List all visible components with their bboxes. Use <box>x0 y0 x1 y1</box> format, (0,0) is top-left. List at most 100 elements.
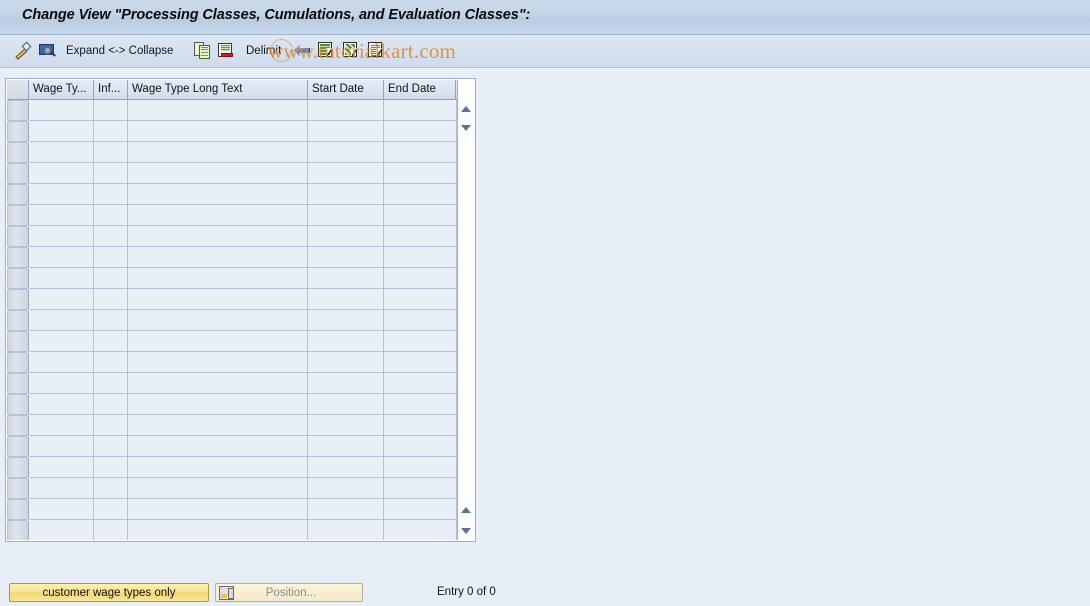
table-cell-end_date[interactable] <box>384 310 457 331</box>
table-cell-start_date[interactable] <box>308 520 384 540</box>
table-row[interactable] <box>7 268 459 289</box>
table-cell-start_date[interactable] <box>308 205 384 226</box>
customer-wage-types-only-button[interactable]: customer wage types only <box>9 583 209 602</box>
table-cell-long_text[interactable] <box>128 373 308 394</box>
table-cell-wage_type[interactable] <box>29 142 94 163</box>
toolbar-change-button[interactable] <box>14 35 32 67</box>
table-cell-start_date[interactable] <box>308 394 384 415</box>
table-cell-long_text[interactable] <box>128 184 308 205</box>
table-row[interactable] <box>7 184 459 205</box>
table-cell-long_text[interactable] <box>128 352 308 373</box>
table-row[interactable] <box>7 436 459 457</box>
table-cell-infotype[interactable] <box>94 436 128 457</box>
table-cell-end_date[interactable] <box>384 184 457 205</box>
table-row[interactable] <box>7 142 459 163</box>
column-header-wage_type[interactable]: Wage Ty... <box>29 80 94 99</box>
table-cell-wage_type[interactable] <box>29 121 94 142</box>
table-cell-wage_type[interactable] <box>29 478 94 499</box>
row-select-button[interactable] <box>7 331 29 352</box>
table-cell-infotype[interactable] <box>94 247 128 268</box>
table-cell-infotype[interactable] <box>94 331 128 352</box>
table-cell-infotype[interactable] <box>94 394 128 415</box>
table-row[interactable] <box>7 499 459 520</box>
table-cell-end_date[interactable] <box>384 457 457 478</box>
table-cell-end_date[interactable] <box>384 163 457 184</box>
row-select-button[interactable] <box>7 310 29 331</box>
table-cell-wage_type[interactable] <box>29 310 94 331</box>
table-cell-long_text[interactable] <box>128 268 308 289</box>
column-header-end_date[interactable]: End Date <box>384 80 457 99</box>
table-cell-infotype[interactable] <box>94 184 128 205</box>
table-cell-wage_type[interactable] <box>29 205 94 226</box>
row-select-button[interactable] <box>7 436 29 457</box>
table-cell-wage_type[interactable] <box>29 247 94 268</box>
table-cell-end_date[interactable] <box>384 226 457 247</box>
table-cell-wage_type[interactable] <box>29 163 94 184</box>
table-cell-long_text[interactable] <box>128 205 308 226</box>
table-row[interactable] <box>7 226 459 247</box>
table-cell-long_text[interactable] <box>128 163 308 184</box>
table-cell-end_date[interactable] <box>384 100 457 121</box>
row-select-button[interactable] <box>7 100 29 121</box>
table-cell-infotype[interactable] <box>94 100 128 121</box>
table-scroll-gutter[interactable] <box>457 80 474 540</box>
row-select-button[interactable] <box>7 268 29 289</box>
table-cell-start_date[interactable] <box>308 457 384 478</box>
table-cell-wage_type[interactable] <box>29 520 94 540</box>
table-cell-end_date[interactable] <box>384 268 457 289</box>
table-row[interactable] <box>7 100 459 121</box>
table-cell-end_date[interactable] <box>384 520 457 540</box>
scroll-page-up-button[interactable] <box>458 502 474 518</box>
table-cell-long_text[interactable] <box>128 121 308 142</box>
table-cell-infotype[interactable] <box>94 226 128 247</box>
table-cell-end_date[interactable] <box>384 331 457 352</box>
row-select-button[interactable] <box>7 499 29 520</box>
table-row[interactable] <box>7 415 459 436</box>
table-cell-start_date[interactable] <box>308 163 384 184</box>
row-select-button[interactable] <box>7 415 29 436</box>
scroll-page-down-button[interactable] <box>458 523 474 539</box>
table-cell-end_date[interactable] <box>384 478 457 499</box>
table-cell-start_date[interactable] <box>308 226 384 247</box>
table-cell-infotype[interactable] <box>94 205 128 226</box>
table-cell-infotype[interactable] <box>94 415 128 436</box>
column-header-infotype[interactable]: Inf... <box>94 80 128 99</box>
table-cell-end_date[interactable] <box>384 436 457 457</box>
table-cell-start_date[interactable] <box>308 436 384 457</box>
table-cell-start_date[interactable] <box>308 100 384 121</box>
table-row[interactable] <box>7 310 459 331</box>
row-select-button[interactable] <box>7 352 29 373</box>
table-cell-start_date[interactable] <box>308 373 384 394</box>
table-cell-long_text[interactable] <box>128 520 308 540</box>
table-cell-start_date[interactable] <box>308 478 384 499</box>
table-cell-wage_type[interactable] <box>29 436 94 457</box>
table-cell-long_text[interactable] <box>128 394 308 415</box>
table-cell-end_date[interactable] <box>384 121 457 142</box>
table-cell-wage_type[interactable] <box>29 184 94 205</box>
table-cell-infotype[interactable] <box>94 268 128 289</box>
table-cell-long_text[interactable] <box>128 436 308 457</box>
table-cell-wage_type[interactable] <box>29 499 94 520</box>
table-cell-wage_type[interactable] <box>29 226 94 247</box>
row-select-button[interactable] <box>7 184 29 205</box>
table-cell-end_date[interactable] <box>384 352 457 373</box>
table-cell-infotype[interactable] <box>94 289 128 310</box>
table-cell-start_date[interactable] <box>308 121 384 142</box>
table-cell-infotype[interactable] <box>94 352 128 373</box>
table-cell-long_text[interactable] <box>128 142 308 163</box>
toolbar-deselect-all-button[interactable] <box>343 35 361 67</box>
table-cell-infotype[interactable] <box>94 520 128 540</box>
toolbar-expand-collapse-button[interactable]: Expand <-> Collapse <box>66 35 173 67</box>
table-cell-wage_type[interactable] <box>29 457 94 478</box>
column-header-select[interactable] <box>7 80 29 99</box>
table-cell-wage_type[interactable] <box>29 352 94 373</box>
table-row[interactable] <box>7 373 459 394</box>
row-select-button[interactable] <box>7 457 29 478</box>
table-cell-end_date[interactable] <box>384 142 457 163</box>
table-cell-wage_type[interactable] <box>29 373 94 394</box>
table-cell-wage_type[interactable] <box>29 331 94 352</box>
table-row[interactable] <box>7 163 459 184</box>
toolbar-select-all-button[interactable] <box>318 35 336 67</box>
table-cell-long_text[interactable] <box>128 499 308 520</box>
table-cell-end_date[interactable] <box>384 247 457 268</box>
